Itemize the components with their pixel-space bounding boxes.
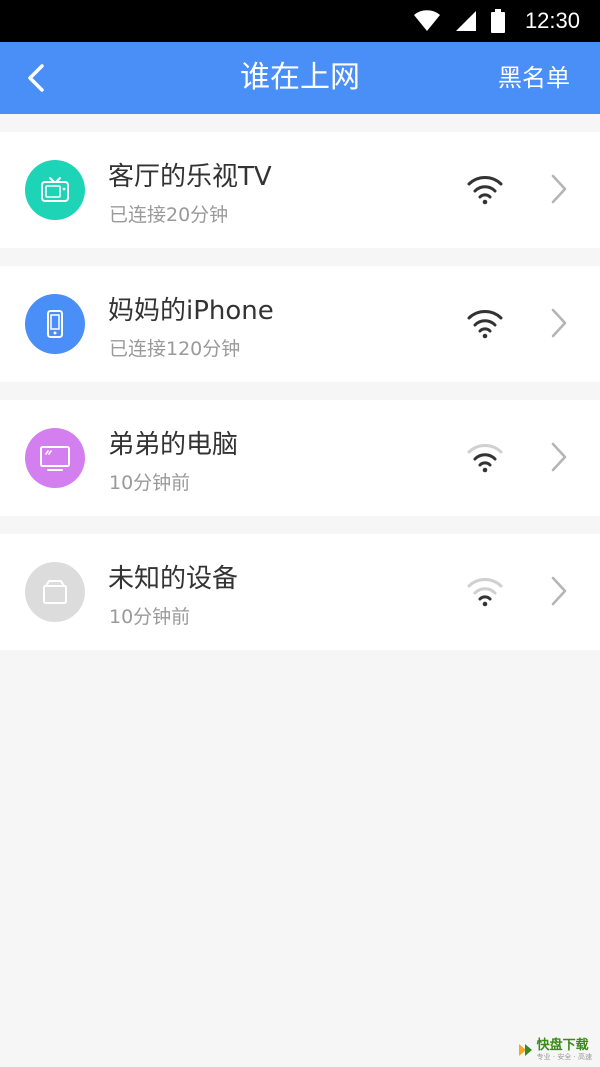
chevron-right-icon <box>551 308 567 338</box>
device-avatar <box>25 294 85 354</box>
status-icons: 12:30 <box>413 0 580 42</box>
tv-icon <box>41 177 69 202</box>
wifi-strong-icon <box>467 176 503 205</box>
device-name: 未知的设备 <box>108 564 239 594</box>
device-name: 弟弟的电脑 <box>108 430 239 460</box>
phone-icon <box>47 310 63 338</box>
monitor-icon <box>40 446 70 471</box>
device-name: 妈妈的iPhone <box>108 296 274 326</box>
device-status: 10分钟前 <box>109 472 191 494</box>
device-item[interactable]: 妈妈的iPhone 已连接120分钟 <box>0 266 600 382</box>
chevron-right-icon <box>551 442 567 472</box>
device-status: 已连接120分钟 <box>109 338 241 360</box>
wifi-strong-icon <box>467 310 503 339</box>
watermark-text: 快盘下载 <box>536 1038 589 1053</box>
watermark-subtext: 专业 · 安全 · 高速 <box>536 1053 592 1061</box>
device-status: 已连接20分钟 <box>109 204 229 226</box>
battery-icon <box>490 9 505 33</box>
blacklist-button[interactable]: 黑名单 <box>498 42 570 114</box>
device-avatar <box>25 562 85 622</box>
box-icon <box>43 580 67 604</box>
status-bar: 12:30 <box>0 0 600 42</box>
device-avatar <box>25 428 85 488</box>
wifi-medium-icon <box>467 444 503 473</box>
status-time: 12:30 <box>524 8 580 33</box>
device-item[interactable]: 未知的设备 10分钟前 <box>0 534 600 650</box>
wifi-weak-icon <box>467 578 503 607</box>
device-item[interactable]: 弟弟的电脑 10分钟前 <box>0 400 600 516</box>
cell-signal-icon <box>455 11 476 31</box>
device-item[interactable]: 客厅的乐视TV 已连接20分钟 <box>0 132 600 248</box>
chevron-right-icon <box>551 174 567 204</box>
device-status: 10分钟前 <box>109 606 191 628</box>
device-list: 客厅的乐视TV 已连接20分钟 妈妈的iPhone 已连接120分钟 弟弟的电脑… <box>0 132 600 668</box>
device-avatar <box>25 160 85 220</box>
chevron-right-icon <box>551 576 567 606</box>
wifi-status-icon <box>413 10 440 31</box>
watermark-logo-icon <box>518 1044 532 1056</box>
watermark: 快盘下载 专业 · 安全 · 高速 <box>517 1039 592 1061</box>
device-name: 客厅的乐视TV <box>108 162 272 192</box>
app-bar: 谁在上网 黑名单 <box>0 42 600 114</box>
